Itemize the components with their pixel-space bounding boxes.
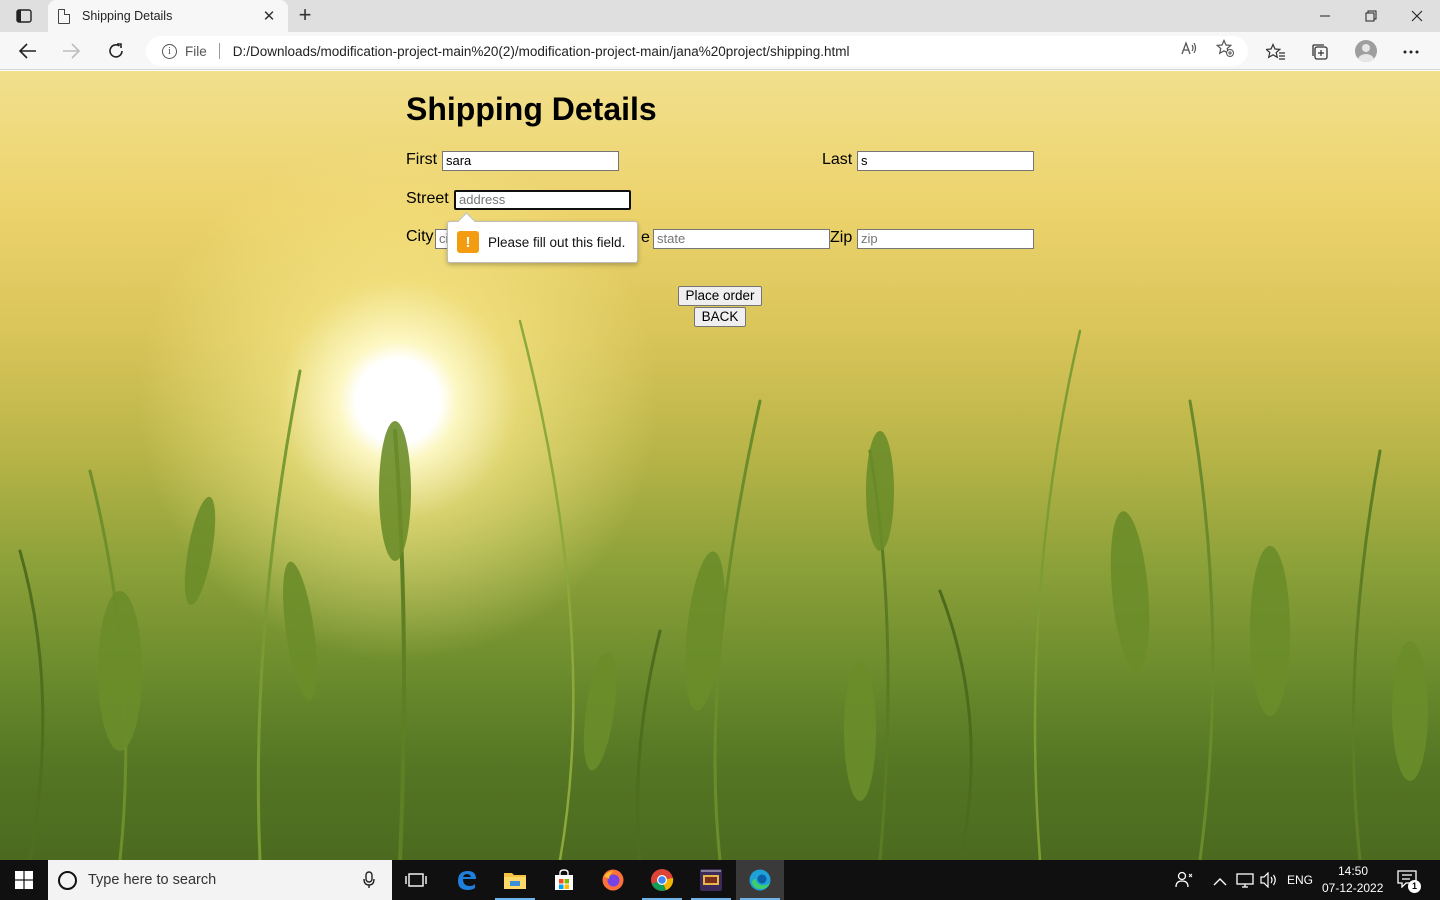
state-label: e [641,229,650,246]
forward-arrow-icon[interactable] [57,37,85,65]
search-placeholder: Type here to search [88,872,217,888]
microphone-icon[interactable] [363,871,375,894]
windows-start-icon[interactable] [0,860,48,900]
profile-avatar[interactable] [1355,40,1377,62]
minimize-button[interactable] [1302,0,1348,32]
browser-tab-bar: Shipping Details ✕ + [0,0,1440,32]
chevron-up-icon[interactable] [1213,874,1227,892]
windows-taskbar: Type here to search ENG 14:50 07-12-2022… [0,860,1440,900]
language-indicator[interactable]: ENG [1287,873,1313,887]
page-title: Shipping Details [406,91,657,127]
shipping-form: Shipping Details First sara Last s Stree… [0,71,1440,860]
new-tab-button[interactable]: + [292,3,318,29]
validation-tooltip: ! Please fill out this field. [447,221,638,263]
address-url[interactable]: D:/Downloads/modification-project-main%2… [233,44,850,59]
taskbar-search-box[interactable]: Type here to search [48,860,392,900]
edge-browser-icon[interactable] [736,860,784,900]
first-name-label: First [406,151,438,168]
zip-label: Zip [830,229,853,246]
read-aloud-icon[interactable] [1180,39,1198,57]
network-icon[interactable] [1236,872,1254,893]
chrome-icon[interactable] [638,860,686,900]
people-icon[interactable] [1175,871,1193,894]
edge-legacy-icon[interactable] [443,860,491,900]
tab-actions-icon[interactable] [12,6,36,26]
back-arrow-icon[interactable] [14,37,42,65]
page-icon [58,8,70,24]
tab-close-button[interactable]: ✕ [260,7,278,25]
favorites-icon[interactable] [1265,41,1287,63]
place-order-button[interactable]: Place order [678,286,762,306]
last-name-label: Last [822,151,853,168]
state-input[interactable]: state [653,229,830,249]
address-bar[interactable]: i File D:/Downloads/modification-project… [146,36,1248,66]
last-name-input[interactable]: s [857,151,1034,171]
notification-badge: 1 [1408,880,1421,893]
game-app-icon[interactable] [687,860,735,900]
info-icon[interactable]: i [162,43,177,59]
search-icon [58,870,77,890]
add-favorite-icon[interactable] [1216,39,1234,57]
more-menu-icon[interactable] [1400,41,1422,63]
zip-input[interactable]: zip [857,229,1034,249]
browser-tab-active[interactable]: Shipping Details ✕ [48,0,288,32]
file-explorer-icon[interactable] [491,860,539,900]
street-label: Street [406,190,449,207]
address-divider [218,43,220,59]
action-center-icon[interactable]: 1 [1397,870,1421,893]
page-background: Shipping Details First sara Last s Stree… [0,71,1440,860]
first-name-input[interactable]: sara [442,151,619,171]
microsoft-store-icon[interactable] [540,860,588,900]
validation-message: Please fill out this field. [488,234,626,250]
city-label: City [406,228,434,245]
volume-icon[interactable] [1260,871,1278,893]
browser-toolbar: i File D:/Downloads/modification-project… [0,32,1440,70]
firefox-icon[interactable] [589,860,637,900]
back-button[interactable]: BACK [694,307,746,327]
restore-button[interactable] [1348,0,1394,32]
clock-time[interactable]: 14:50 [1338,864,1368,878]
street-input[interactable]: address [454,190,631,210]
address-scheme: File [185,43,207,59]
close-window-button[interactable] [1394,0,1440,32]
task-view-icon[interactable] [392,860,440,900]
collections-icon[interactable] [1309,41,1331,63]
tab-title: Shipping Details [82,9,173,23]
refresh-icon[interactable] [102,37,130,65]
clock-date[interactable]: 07-12-2022 [1322,881,1383,895]
warning-icon: ! [457,231,479,253]
